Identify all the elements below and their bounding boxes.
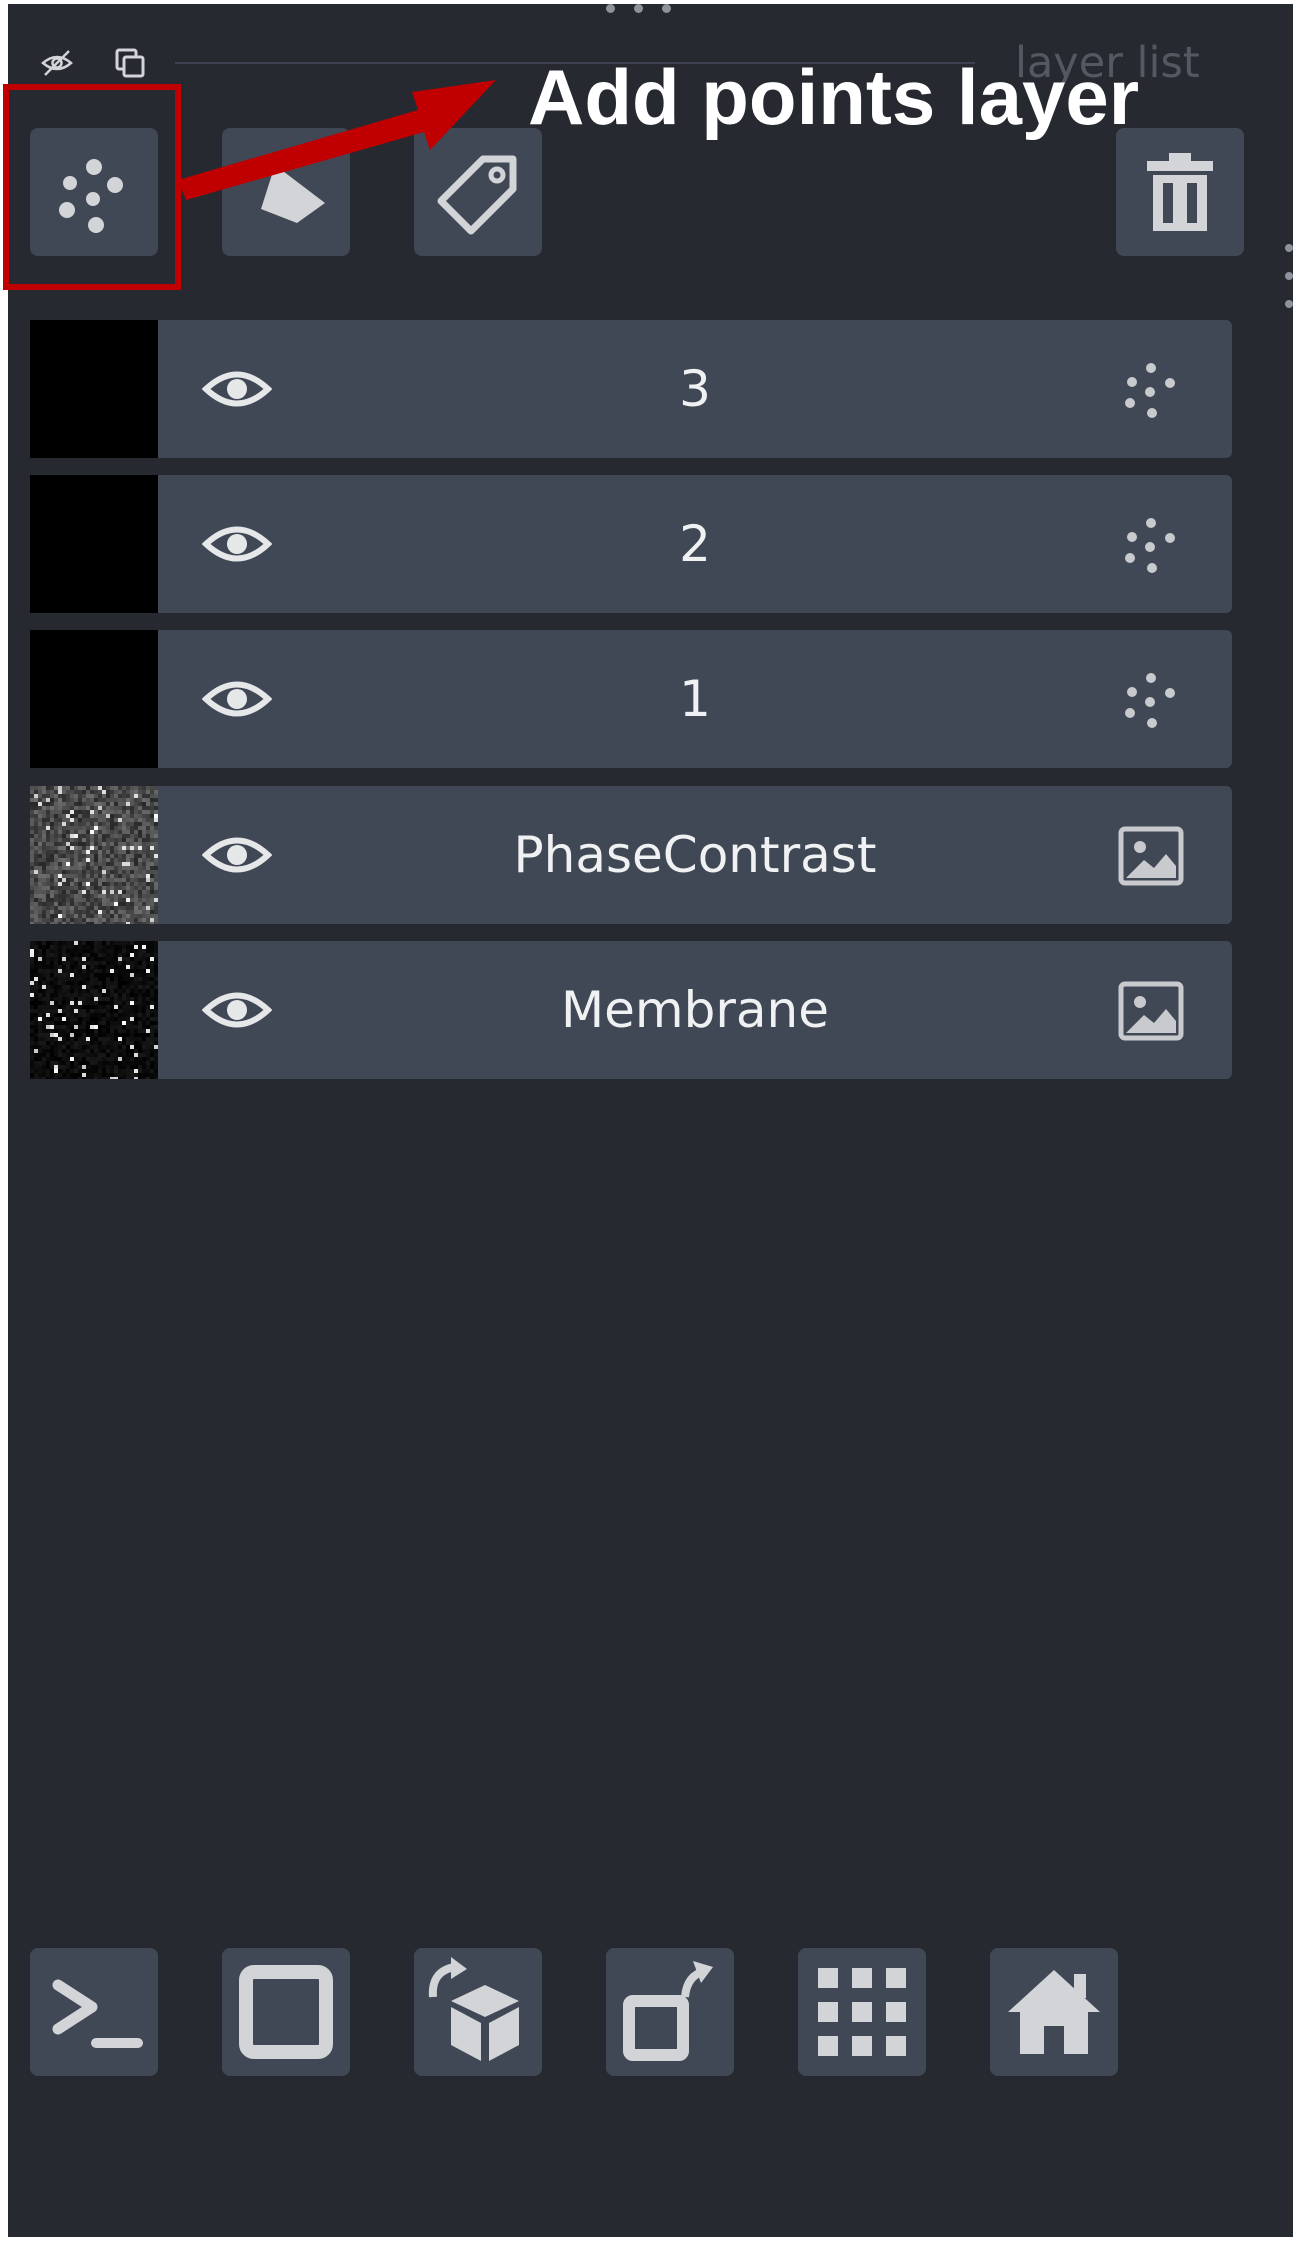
console-button[interactable] (30, 1948, 158, 2076)
layer-row-1[interactable]: 1 (30, 630, 1232, 768)
copy-icon[interactable] (113, 46, 147, 80)
eye-icon[interactable] (202, 517, 272, 571)
layer-body[interactable]: 2 (158, 475, 1232, 613)
delete-layer-button[interactable] (1116, 128, 1244, 256)
add-labels-layer-button[interactable] (414, 128, 542, 256)
points-icon (1125, 518, 1175, 573)
layer-body[interactable]: Membrane (158, 941, 1232, 1079)
square-rotate-icon (623, 1961, 713, 2061)
layer-name[interactable]: 2 (308, 475, 1082, 613)
eye-icon[interactable] (202, 672, 272, 726)
points-icon (1125, 673, 1175, 728)
layer-row-membrane[interactable]: Membrane (30, 941, 1232, 1079)
eye-icon[interactable] (202, 983, 272, 1037)
image-icon (1118, 981, 1184, 1041)
transpose-dims-button[interactable] (606, 1948, 734, 2076)
toggle-ndisplay-button[interactable] (222, 1948, 350, 2076)
grid-mode-button[interactable] (798, 1948, 926, 2076)
layer-thumbnail (30, 786, 158, 924)
layer-row-2[interactable]: 2 (30, 475, 1232, 613)
eye-icon[interactable] (202, 828, 272, 882)
layer-row-3[interactable]: 3 (30, 320, 1232, 458)
annotation-highlight-box (3, 84, 181, 290)
layer-thumbnail (30, 630, 158, 768)
resize-handle[interactable] (1285, 244, 1293, 314)
points-icon (1125, 363, 1175, 418)
annotation-label: Add points layer (528, 53, 1140, 141)
reset-view-button[interactable] (990, 1948, 1118, 2076)
layer-body[interactable]: PhaseContrast (158, 786, 1232, 924)
cube-rotate-icon (428, 1957, 519, 2061)
tag-icon (437, 155, 517, 235)
layer-name[interactable]: 1 (308, 630, 1082, 768)
layer-body[interactable]: 3 (158, 320, 1232, 458)
layer-thumbnail (30, 475, 158, 613)
eye-icon[interactable] (202, 362, 272, 416)
image-icon (1118, 826, 1184, 886)
drag-handle[interactable] (606, 4, 676, 14)
trash-icon (1147, 153, 1213, 231)
roll-dims-button[interactable] (414, 1948, 542, 2076)
add-shapes-layer-button[interactable] (222, 128, 350, 256)
home-icon (1008, 1970, 1100, 2054)
layer-row-phasecontrast[interactable]: PhaseContrast (30, 786, 1232, 924)
layer-name[interactable]: PhaseContrast (308, 786, 1082, 924)
layer-name[interactable]: Membrane (308, 941, 1082, 1079)
layer-name[interactable]: 3 (308, 320, 1082, 458)
layer-thumbnail (30, 320, 158, 458)
square-icon (239, 1965, 333, 2059)
grid-icon (818, 1968, 906, 2056)
shapes-icon (261, 165, 325, 223)
terminal-icon (52, 1979, 143, 2048)
layer-body[interactable]: 1 (158, 630, 1232, 768)
eye-slash-icon[interactable] (40, 46, 74, 80)
layer-thumbnail (30, 941, 158, 1079)
